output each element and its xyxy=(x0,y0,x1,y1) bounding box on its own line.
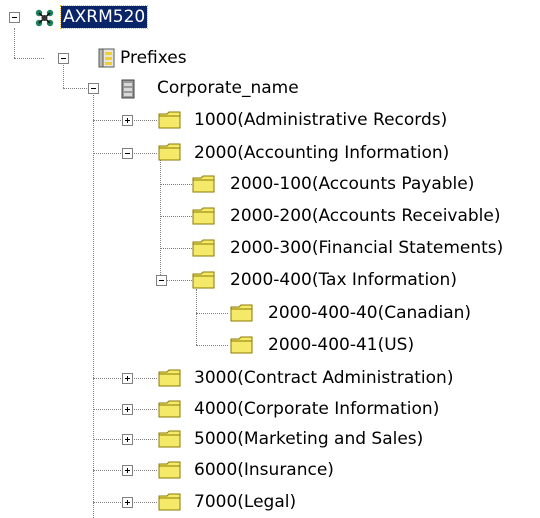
folder-icon xyxy=(158,429,181,449)
tree-node-label[interactable]: AXRM520 xyxy=(59,5,149,29)
tree-guide-line xyxy=(160,216,192,217)
folder-icon xyxy=(158,492,181,512)
tree-guide-line xyxy=(93,92,94,518)
tree-node-label[interactable]: 2000-100(Accounts Payable) xyxy=(228,173,476,195)
prefixes-book-icon xyxy=(96,48,118,68)
tree-guide-line xyxy=(14,58,44,59)
folder-icon xyxy=(230,303,253,323)
folder-icon xyxy=(230,335,253,355)
tree-node-label[interactable]: 2000-300(Financial Statements) xyxy=(228,237,505,259)
folder-icon xyxy=(192,270,215,290)
tree-node-label[interactable]: Corporate_name xyxy=(155,77,301,99)
expand-toggle-icon[interactable] xyxy=(122,465,133,476)
folder-icon xyxy=(192,174,215,194)
expand-toggle-icon[interactable] xyxy=(122,434,133,445)
folder-icon xyxy=(158,368,181,388)
collapse-toggle-icon[interactable] xyxy=(156,275,167,286)
folder-icon xyxy=(158,399,181,419)
tree-node-label[interactable]: 4000(Corporate Information) xyxy=(192,398,441,420)
collapse-toggle-icon[interactable] xyxy=(9,12,20,23)
tree-node-label[interactable]: 2000(Accounting Information) xyxy=(192,142,451,164)
folder-icon xyxy=(158,110,181,130)
tree-node-label[interactable]: 2000-200(Accounts Receivable) xyxy=(228,205,503,227)
tree-node-label[interactable]: Prefixes xyxy=(118,47,189,69)
expand-toggle-icon[interactable] xyxy=(122,115,133,126)
tree-node-label[interactable]: 2000-400-40(Canadian) xyxy=(266,302,473,324)
network-server-icon xyxy=(34,8,56,28)
tree-node-label[interactable]: 2000-400-41(US) xyxy=(266,334,416,356)
folder-icon xyxy=(158,460,181,480)
tree-guide-line xyxy=(196,313,228,314)
expand-toggle-icon[interactable] xyxy=(122,373,133,384)
record-tree: AXRM520 Prefixes Corporate_name 1000(Adm… xyxy=(0,0,540,518)
tree-guide-line xyxy=(63,60,64,88)
tree-guide-line xyxy=(160,184,192,185)
tree-node-label[interactable]: 1000(Administrative Records) xyxy=(192,109,449,131)
tree-node-label[interactable]: 7000(Legal) xyxy=(192,491,298,513)
collapse-toggle-icon[interactable] xyxy=(88,83,99,94)
folder-icon xyxy=(158,142,181,162)
tree-guide-line xyxy=(160,248,192,249)
collapse-toggle-icon[interactable] xyxy=(122,148,133,159)
collapse-toggle-icon[interactable] xyxy=(58,53,69,64)
cabinet-icon xyxy=(117,79,139,99)
tree-node-label[interactable]: 3000(Contract Administration) xyxy=(192,367,455,389)
folder-icon xyxy=(192,238,215,258)
expand-toggle-icon[interactable] xyxy=(122,404,133,415)
tree-node-label[interactable]: 2000-400(Tax Information) xyxy=(228,269,459,291)
tree-node-label[interactable]: 5000(Marketing and Sales) xyxy=(192,428,425,450)
tree-guide-line xyxy=(196,289,197,345)
tree-node-label[interactable]: 6000(Insurance) xyxy=(192,459,336,481)
expand-toggle-icon[interactable] xyxy=(122,497,133,508)
tree-guide-line xyxy=(160,160,161,279)
tree-guide-line xyxy=(14,28,15,58)
tree-guide-line xyxy=(196,345,228,346)
folder-icon xyxy=(192,206,215,226)
